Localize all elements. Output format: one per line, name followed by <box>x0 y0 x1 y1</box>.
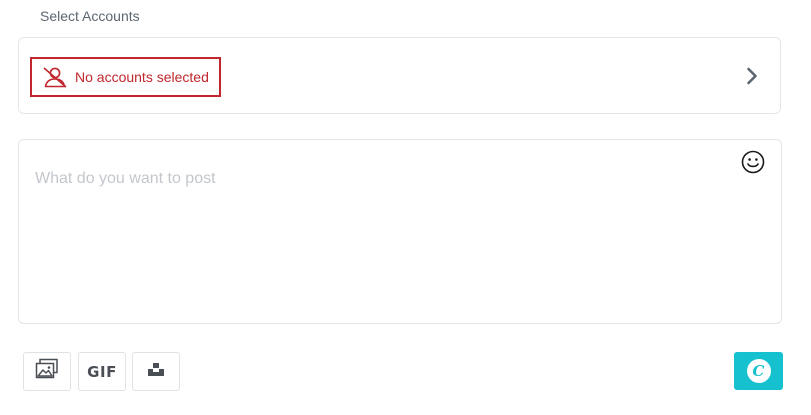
canva-button[interactable]: C <box>734 352 783 390</box>
no-accounts-text: No accounts selected <box>75 69 209 85</box>
smiley-icon[interactable] <box>741 150 765 174</box>
gif-button[interactable]: GIF <box>78 352 126 391</box>
canva-logo: C <box>746 359 771 383</box>
no-accounts-warning: No accounts selected <box>30 57 221 97</box>
user-off-icon <box>42 66 68 88</box>
chevron-right-icon[interactable] <box>744 65 760 87</box>
post-text-input[interactable] <box>35 170 725 310</box>
account-selector[interactable]: No accounts selected <box>18 37 781 114</box>
post-editor <box>18 139 782 324</box>
add-media-button[interactable] <box>23 352 71 391</box>
unsplash-icon <box>148 361 164 382</box>
select-accounts-label: Select Accounts <box>40 8 140 24</box>
image-gallery-icon <box>35 358 59 385</box>
unsplash-button[interactable] <box>132 352 180 391</box>
post-composer: Select Accounts No accounts selected Wha… <box>0 0 811 415</box>
gif-label: GIF <box>87 362 117 381</box>
